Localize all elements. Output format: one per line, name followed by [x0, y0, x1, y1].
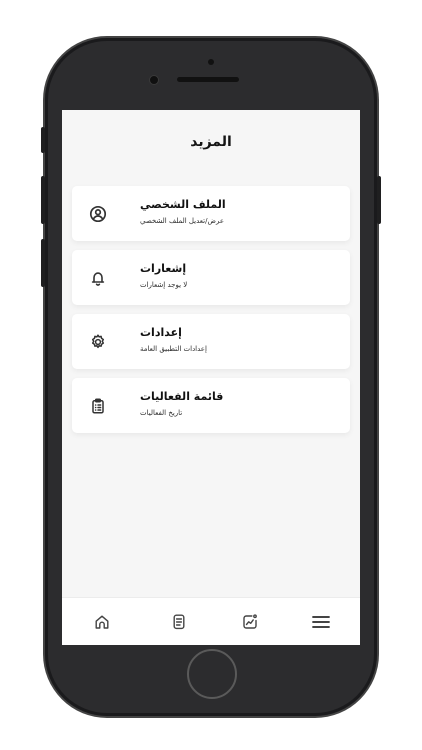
user-circle-icon: [88, 204, 108, 224]
bottom-navigation: [62, 597, 360, 645]
phone-side-button-right: [377, 176, 381, 224]
profile-subtitle: عرض/تعديل الملف الشخصي: [140, 217, 224, 225]
events-list-subtitle: تاريخ الفعاليات: [140, 409, 183, 417]
app-screen: المزيد الملف الشخصي عرض/تعديل الملف الشخ…: [62, 110, 360, 645]
document-list-icon: [167, 610, 191, 634]
clipboard-list-icon: [88, 396, 108, 416]
notifications-card-text: إشعارات لا يوجد إشعارات: [140, 262, 290, 290]
front-sensor: [208, 59, 214, 65]
bell-icon: [88, 268, 108, 288]
notifications-card[interactable]: إشعارات لا يوجد إشعارات: [72, 250, 350, 305]
notifications-subtitle: لا يوجد إشعارات: [140, 281, 188, 289]
activity-chart-icon: [238, 610, 262, 634]
phone-side-button-left-top: [41, 127, 45, 153]
events-list-card-text: قائمة الفعاليات تاريخ الفعاليات: [140, 390, 290, 418]
profile-title: الملف الشخصي: [140, 198, 226, 211]
phone-home-button[interactable]: [187, 649, 237, 699]
events-list-title: قائمة الفعاليات: [140, 390, 224, 403]
profile-card-text: الملف الشخصي عرض/تعديل الملف الشخصي: [140, 198, 290, 226]
settings-title: إعدادات: [140, 326, 182, 339]
phone-side-button-left-bottom: [41, 239, 45, 287]
front-camera: [149, 75, 159, 85]
settings-card-text: إعدادات إعدادات التطبيق العامة: [140, 326, 290, 354]
nav-documents[interactable]: [167, 610, 191, 634]
menu-icon: [309, 610, 333, 634]
events-list-card[interactable]: قائمة الفعاليات تاريخ الفعاليات: [72, 378, 350, 433]
phone-side-button-left-middle: [41, 176, 45, 224]
notifications-title: إشعارات: [140, 262, 187, 275]
speaker-grille: [177, 77, 239, 82]
home-icon: [90, 610, 114, 634]
settings-subtitle: إعدادات التطبيق العامة: [140, 345, 207, 353]
nav-home[interactable]: [90, 610, 114, 634]
settings-card[interactable]: إعدادات إعدادات التطبيق العامة: [72, 314, 350, 369]
nav-activity[interactable]: [238, 610, 262, 634]
gear-icon: [88, 332, 108, 352]
profile-card[interactable]: الملف الشخصي عرض/تعديل الملف الشخصي: [72, 186, 350, 241]
nav-menu[interactable]: [309, 610, 333, 634]
page-title: المزيد: [190, 134, 232, 150]
